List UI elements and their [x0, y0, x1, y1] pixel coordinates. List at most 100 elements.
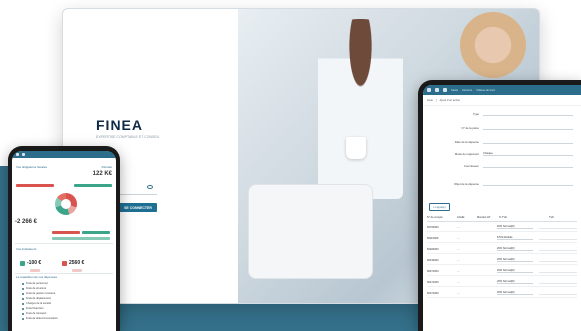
legend-bar-teal: [52, 237, 110, 240]
form-row-type: Type: [423, 111, 581, 116]
form-row-payment: Mode de règlement Chèque: [423, 151, 581, 156]
home-icon[interactable]: [22, 153, 25, 156]
tva-select[interactable]: 20% Normal(#): [497, 291, 533, 295]
form-row-object: Objet de la dépense: [423, 181, 581, 186]
list-item[interactable]: Frais de personnel: [22, 282, 47, 285]
divider-2: [15, 273, 113, 274]
table-row[interactable]: 60371000 — 20% Normal(#): [427, 267, 577, 276]
bullet-icon: [22, 287, 24, 290]
phone-topbar: Saisie Factures Tableau de bord: [423, 85, 581, 95]
date-input[interactable]: [483, 139, 573, 144]
right-phone-screen: Saisie Factures Tableau de bord Liste | …: [423, 85, 581, 331]
list-item[interactable]: Frais de déplacement: [22, 297, 51, 300]
trend-icon: [20, 260, 25, 266]
indicators-title: Vos indicateurs: [16, 247, 37, 251]
list-item[interactable]: Frais financiers: [22, 307, 44, 310]
column-header: Libellé: [457, 216, 465, 219]
right-phone: Saisie Factures Tableau de bord Liste | …: [418, 80, 581, 331]
bullet-icon: [22, 307, 24, 310]
table-row[interactable]: 60310000 — 20% Normal(#): [427, 256, 577, 265]
coffee-cup-image: [346, 137, 366, 159]
grid-icon[interactable]: [443, 88, 447, 92]
indicator-pill-1: [30, 269, 40, 272]
breadcrumb-separator: |: [435, 98, 437, 102]
form-label: Date de la dépense: [454, 139, 479, 144]
bullet-icon: [22, 312, 24, 315]
tva-select[interactable]: 20% Normal(#): [497, 225, 533, 229]
tva-select[interactable]: 20% Normal(#): [497, 269, 533, 273]
legend-bar-green: [74, 184, 112, 187]
table-row[interactable]: 60200000 — 20% Normal(#): [427, 245, 577, 254]
standing-person-image: [318, 19, 403, 199]
form-row-supplier: Fournisseur: [423, 163, 581, 168]
piece-number-input[interactable]: [483, 125, 573, 130]
form-row-piece: N° de la pièce: [423, 125, 581, 130]
form-label: Objet de la dépense: [453, 181, 479, 186]
list-title: La répartition de vos dépenses: [16, 275, 58, 279]
tva-select[interactable]: 20% Normal(#): [497, 280, 533, 284]
menu-icon[interactable]: [16, 153, 19, 156]
monitor-image: [248, 184, 373, 279]
column-header: Montant HT: [477, 216, 491, 219]
list-item[interactable]: Frais de structure: [22, 287, 46, 290]
left-phone: Vos obligations fiscales Période 122 K€ …: [8, 146, 120, 331]
form-label: Mode de règlement: [454, 151, 479, 156]
finea-logo: FINEA: [96, 117, 143, 133]
legend-bar-red-2: [52, 231, 80, 234]
bullet-icon: [22, 302, 24, 305]
table-row[interactable]: 60271000 — 20% Normal(#): [427, 278, 577, 287]
form-label: Type: [472, 111, 479, 116]
breadcrumb: Liste | Ajout d'un achat: [423, 95, 581, 106]
legend-bar-red: [16, 184, 54, 187]
home-icon[interactable]: [435, 88, 439, 92]
add-line-button[interactable]: + Ligne(s): [429, 203, 450, 211]
list-item[interactable]: Charges de la société: [22, 302, 51, 305]
type-select[interactable]: [483, 111, 573, 116]
logo-tagline: EXPERTISE COMPTABLE ET CONSEIL: [96, 135, 160, 139]
section-title: Vos obligations fiscales: [16, 165, 48, 169]
list-item[interactable]: Frais de télécommunication: [22, 317, 58, 320]
bullet-icon: [22, 282, 24, 285]
tva-select[interactable]: 20% Normal(#): [497, 247, 533, 251]
table-header: N° de compte Libellé Montant HT % TVA TV…: [427, 216, 577, 222]
eye-icon[interactable]: [147, 185, 153, 189]
form-label: Fournisseur: [464, 163, 479, 168]
legend-bar-green-2: [82, 231, 110, 234]
breadcrumb-item: Ajout d'un achat: [439, 98, 460, 102]
list-item[interactable]: Frais de transport: [22, 312, 46, 315]
column-header: TVA: [549, 216, 554, 219]
table-row[interactable]: 60110000 — 8.5% Réduite: [427, 234, 577, 243]
object-input[interactable]: [483, 181, 573, 186]
chart-icon: [62, 260, 67, 266]
table-row[interactable]: 60700000 — 20% Normal(#): [427, 223, 577, 232]
left-phone-screen: Vos obligations fiscales Période 122 K€ …: [12, 151, 116, 331]
column-header: % TVA: [499, 216, 507, 219]
main-amount: 122 K€: [92, 171, 112, 177]
indicator-value-2: 2560 €: [69, 260, 85, 266]
bullet-icon: [22, 292, 24, 295]
column-header: N° de compte: [427, 216, 443, 219]
donut-chart: [55, 193, 77, 215]
login-button[interactable]: SE CONNECTER: [119, 203, 157, 212]
nav-item[interactable]: Factures: [462, 89, 472, 92]
supplier-input[interactable]: [483, 163, 573, 168]
bullet-icon: [22, 317, 24, 320]
woman-image: [453, 9, 533, 89]
payment-mode-select[interactable]: Chèque: [483, 151, 573, 156]
table-row[interactable]: 60371000 — 20% Normal(#): [427, 289, 577, 298]
nav-item[interactable]: Tableau de bord: [476, 89, 495, 92]
form-row-date: Date de la dépense: [423, 139, 581, 144]
divider: [15, 243, 113, 244]
form-label: N° de la pièce: [461, 125, 479, 130]
nav-item[interactable]: Saisie: [451, 89, 458, 92]
breadcrumb-item[interactable]: Liste: [427, 98, 433, 102]
indicator-value-1: -100 €: [27, 260, 42, 266]
bullet-icon: [22, 297, 24, 300]
menu-icon[interactable]: [427, 88, 431, 92]
tva-select[interactable]: 20% Normal(#): [497, 258, 533, 262]
tva-select[interactable]: 8.5% Réduite: [497, 236, 533, 240]
negative-amount: -2 266 €: [15, 219, 38, 225]
period-label[interactable]: Période: [102, 165, 112, 169]
list-item[interactable]: Frais de gestion courante: [22, 292, 55, 295]
phone-topbar: [12, 151, 116, 158]
